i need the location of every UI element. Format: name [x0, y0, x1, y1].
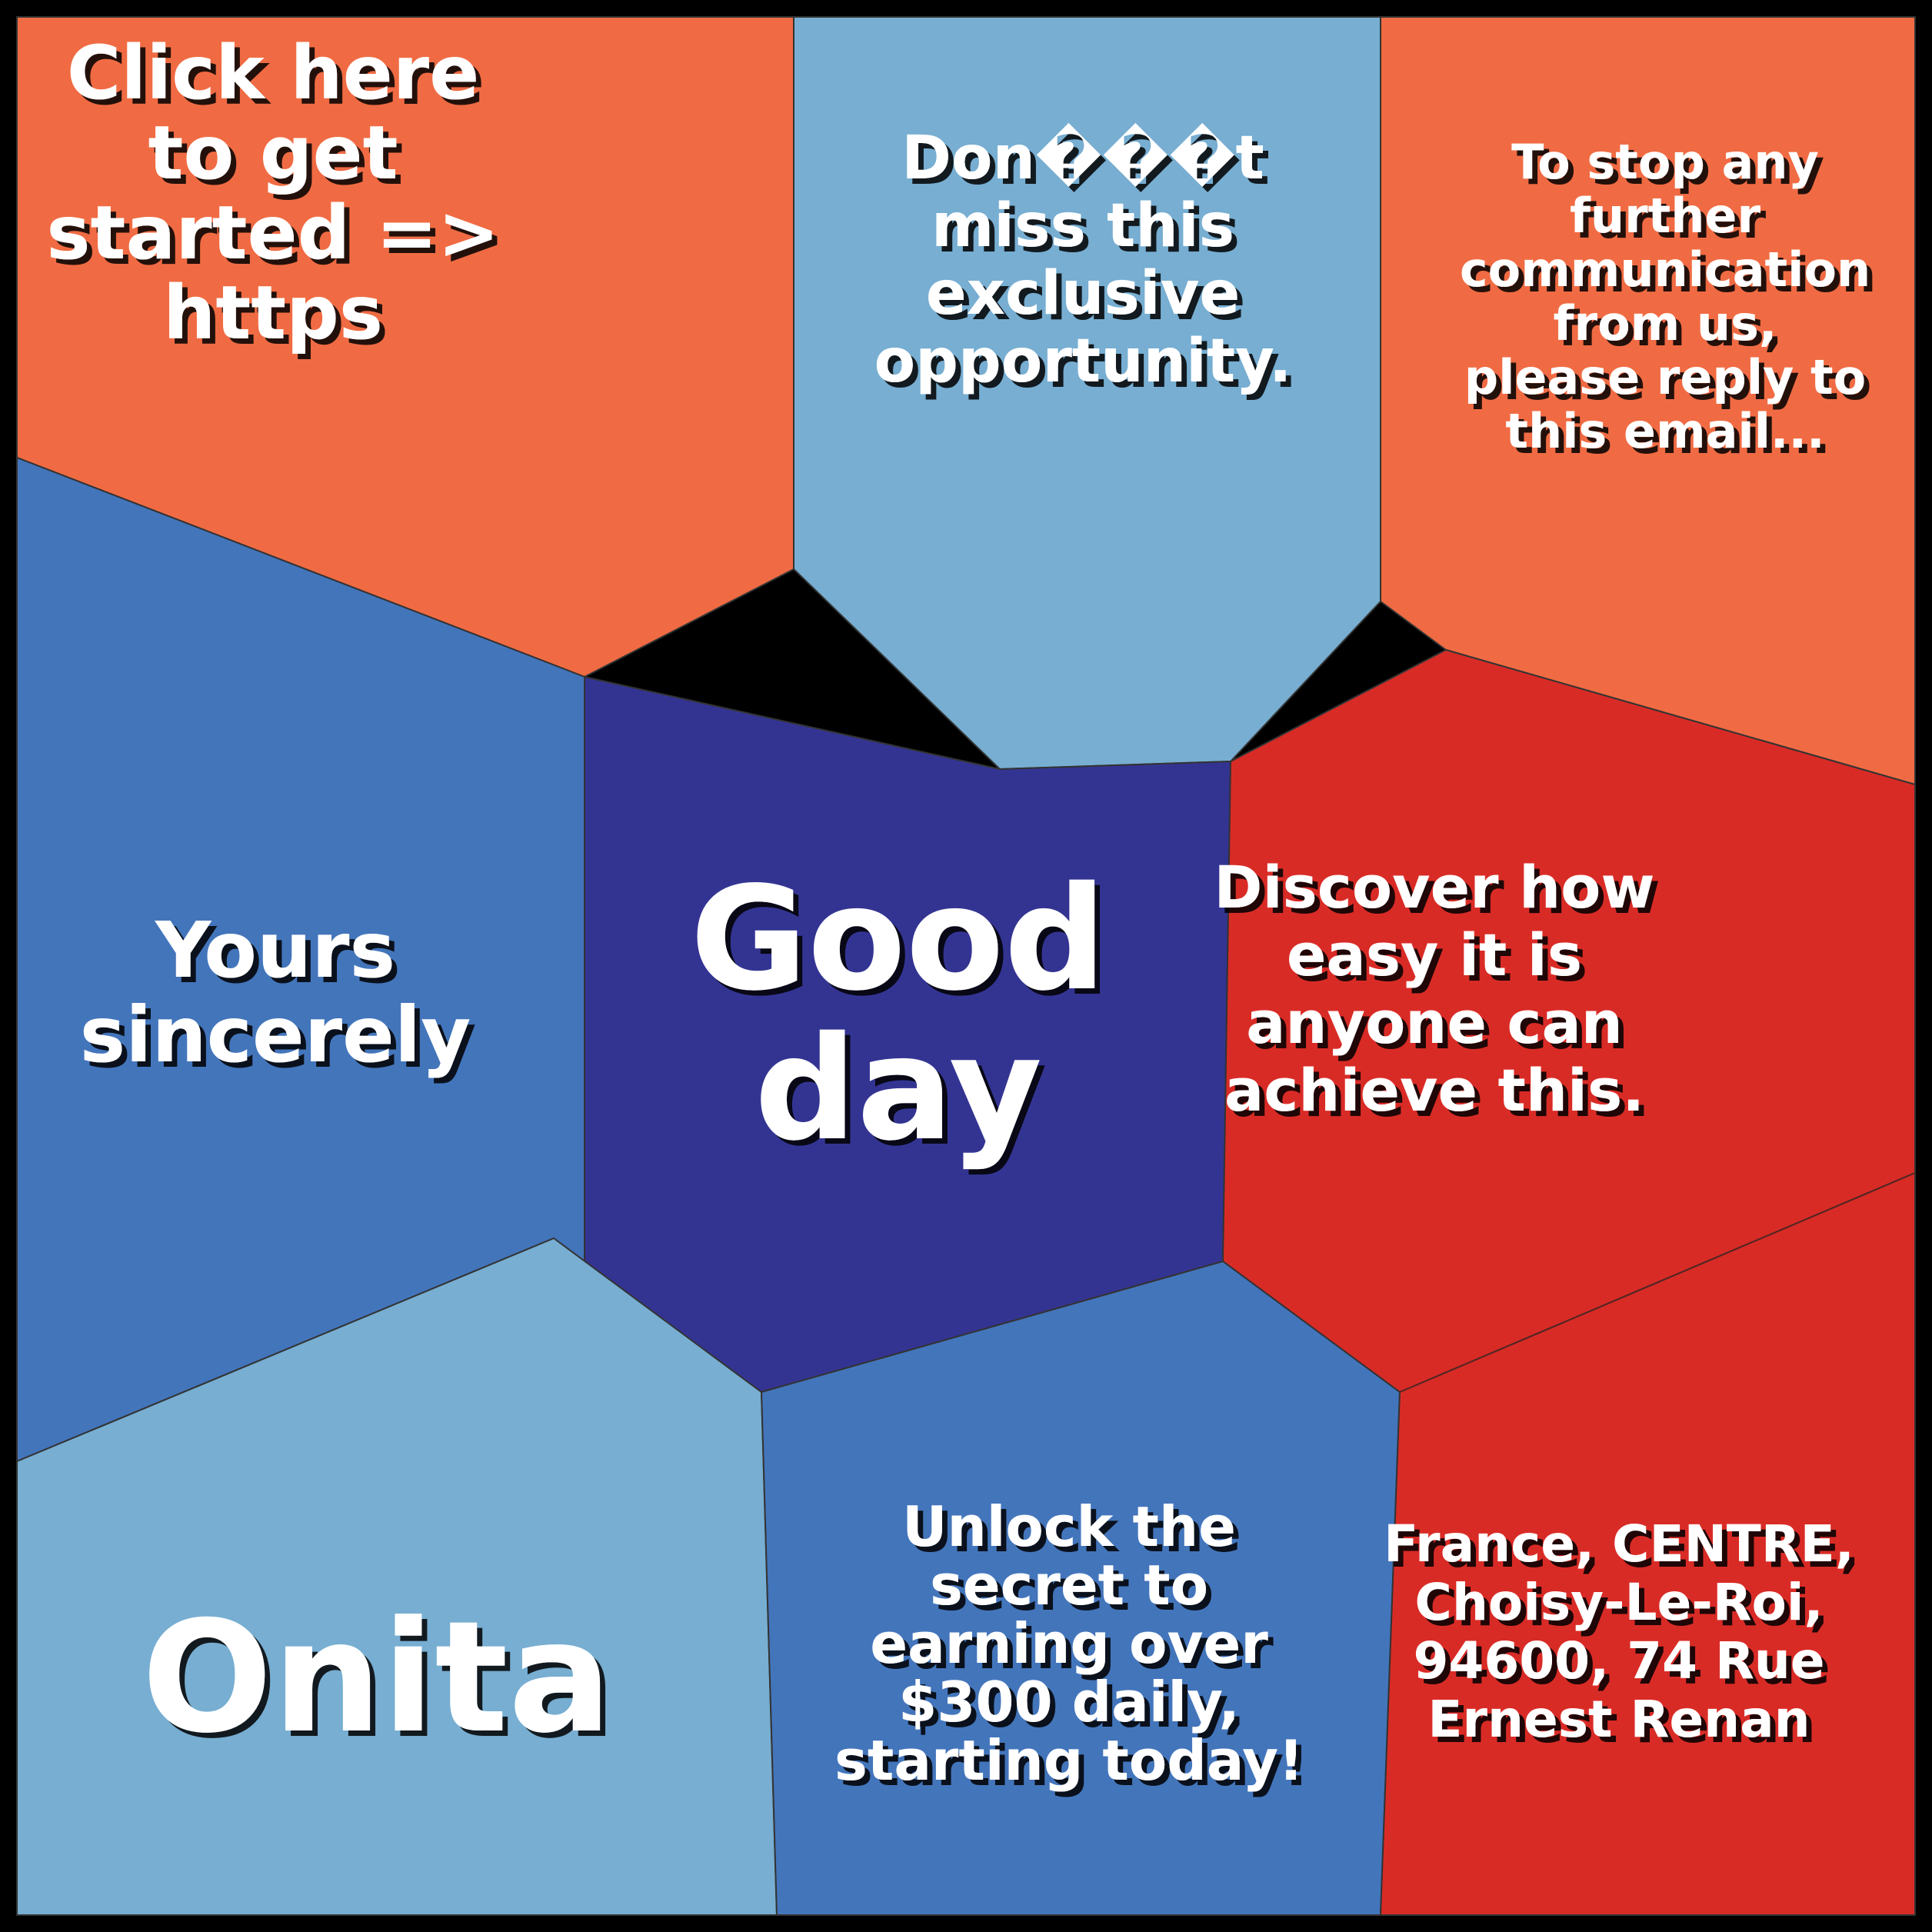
cell-france-address-line-2: 94600, 74 Rue	[1413, 1631, 1824, 1690]
wordcloud-canvas: Click here to get started => https Don��…	[0, 0, 1932, 1932]
cell-good-day-line-1: day	[754, 1005, 1042, 1172]
cell-dont-miss-line-2: exclusive	[926, 259, 1241, 328]
cell-unlock-secret-line-3: $300 daily,	[898, 1670, 1240, 1734]
cell-to-stop-line-4: please reply to	[1464, 349, 1867, 405]
cell-unlock-secret-line-0: Unlock the	[902, 1494, 1236, 1559]
cell-unlock-secret-line-4: starting today!	[834, 1728, 1304, 1793]
cell-good-day-line-0: Good	[690, 855, 1106, 1022]
cell-onita-line-0: Onita	[142, 1588, 612, 1767]
cell-click-here-line-3: https	[163, 270, 383, 356]
cell-to-stop-line-5: this email...	[1505, 403, 1824, 459]
cell-click-here-line-2: started =>	[46, 190, 499, 276]
cell-to-stop-line-3: from us,	[1554, 295, 1777, 351]
cell-click-here-line-1: to get	[148, 110, 398, 196]
cell-dont-miss-line-1: miss this	[931, 192, 1234, 261]
cell-unlock-secret-line-2: earning over	[870, 1611, 1268, 1676]
cell-dont-miss-line-0: Don���t	[901, 122, 1264, 193]
cell-discover-how-line-2: anyone can	[1246, 988, 1623, 1057]
cell-unlock-secret-label: Unlock the secret to earning over $300 d…	[834, 1494, 1304, 1793]
voronoi-wordcloud-svg: Click here to get started => https Don��…	[0, 0, 1932, 1932]
cell-unlock-secret-line-1: secret to	[930, 1553, 1208, 1617]
cell-discover-how-line-1: easy it is	[1287, 921, 1582, 989]
cell-dont-miss-line-3: opportunity.	[874, 327, 1292, 396]
cell-to-stop-line-1: further	[1570, 188, 1761, 244]
cell-france-address-label: France, CENTRE, Choisy-Le-Roi, 94600, 74…	[1384, 1514, 1854, 1749]
cell-france-address-line-0: France, CENTRE,	[1384, 1514, 1854, 1574]
cell-to-stop-label: To stop any further communication from u…	[1460, 134, 1870, 459]
cell-yours-sincerely-line-0: Yours	[155, 905, 395, 995]
cell-france-address-line-1: Choisy-Le-Roi,	[1414, 1573, 1823, 1632]
cell-dont-miss-label: Don���t miss this exclusive opportunity.	[874, 122, 1292, 396]
cell-click-here-line-0: Click here	[67, 30, 479, 116]
cell-yours-sincerely-line-1: sincerely	[80, 990, 471, 1080]
cell-onita-label: Onita	[142, 1588, 612, 1767]
cell-discover-how-line-3: achieve this.	[1224, 1056, 1644, 1124]
cell-france-address-line-3: Ernest Renan	[1427, 1690, 1810, 1749]
cell-to-stop-line-0: To stop any	[1511, 134, 1819, 190]
cell-discover-how-label: Discover how easy it is anyone can achie…	[1214, 853, 1654, 1124]
cell-to-stop-line-2: communication	[1460, 242, 1870, 298]
cell-discover-how-line-0: Discover how	[1214, 853, 1654, 921]
